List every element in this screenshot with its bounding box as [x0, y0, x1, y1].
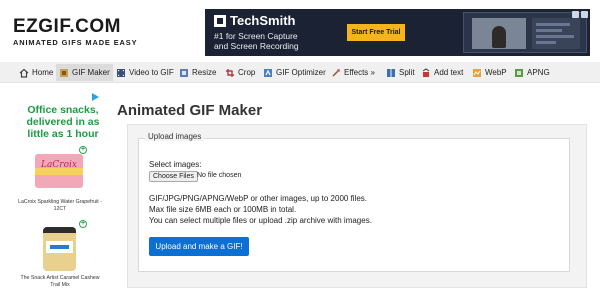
site-logo[interactable]: EZGIF.COM ANIMATED GIFS MADE EASY — [13, 16, 138, 48]
ad-info-icon[interactable] — [572, 11, 579, 18]
banner-line-2: and Screen Recording — [214, 41, 299, 51]
banner-cta-button[interactable]: Start Free Trial — [347, 24, 405, 41]
webp-icon — [472, 68, 482, 78]
nav-add-text-label: Add text — [434, 68, 464, 77]
nav-resize[interactable]: Resize — [176, 64, 219, 81]
select-images-label: Select images: — [149, 160, 202, 169]
banner-brand-name: TechSmith — [230, 13, 296, 28]
nav-home[interactable]: Home — [16, 64, 56, 81]
nav-video-to-gif-label: Video to GIF — [129, 68, 174, 77]
lacroix-product-image[interactable]: LaCroix — [35, 154, 83, 188]
add-product-2-icon[interactable]: + — [79, 220, 87, 228]
logo-tagline: ANIMATED GIFS MADE EASY — [13, 38, 138, 47]
upload-panel: Upload images Select images: Choose File… — [127, 124, 587, 288]
ad-choices[interactable] — [572, 11, 588, 18]
nav-split[interactable]: Split — [383, 64, 418, 81]
nav-gif-optimizer[interactable]: GIF Optimizer — [260, 64, 329, 81]
film-icon — [59, 68, 69, 78]
text-icon — [421, 67, 431, 78]
main-content: Animated GIF Maker Upload images Select … — [117, 84, 587, 288]
nav-gif-maker[interactable]: GIF Maker — [56, 64, 113, 81]
apng-icon — [514, 68, 524, 78]
lacroix-can-logo: LaCroix — [41, 160, 77, 170]
choose-files-button[interactable]: Choose Files — [149, 171, 198, 182]
side-ad-headline: Office snacks, delivered in as little as… — [26, 104, 100, 140]
banner-video-thumbnail — [472, 18, 526, 49]
file-status-text: No file chosen — [197, 172, 242, 179]
banner-ad[interactable]: TechSmith #1 for Screen Capture and Scre… — [205, 9, 590, 56]
ad-close-icon[interactable] — [581, 11, 588, 18]
optimize-icon — [263, 68, 273, 78]
upload-submit-button[interactable]: Upload and make a GIF! — [149, 237, 249, 256]
nav-home-label: Home — [32, 68, 54, 77]
side-ad[interactable]: Office snacks, delivered in as little as… — [15, 84, 105, 288]
trail-mix-product-image[interactable] — [43, 227, 76, 271]
nav-video-to-gif[interactable]: Video to GIF — [113, 64, 177, 81]
nav-add-text[interactable]: Add text — [418, 64, 466, 81]
nav-gif-maker-label: GIF Maker — [72, 68, 110, 77]
add-product-1-icon[interactable]: + — [79, 146, 87, 154]
zip-upload-info: You can select multiple files or upload … — [149, 216, 372, 225]
nav-crop-label: Crop — [238, 68, 256, 77]
adchoices-icon[interactable] — [92, 93, 99, 101]
effects-icon — [331, 68, 341, 78]
nav-apng-label: APNG — [527, 68, 550, 77]
banner-line-1: #1 for Screen Capture — [214, 31, 298, 41]
nav-resize-label: Resize — [192, 68, 217, 77]
nav-gif-optimizer-label: GIF Optimizer — [276, 68, 326, 77]
site-header: EZGIF.COM ANIMATED GIFS MADE EASY TechSm… — [0, 0, 600, 62]
nav-webp[interactable]: WebP — [469, 64, 510, 81]
product-1-caption[interactable]: LaCroix Sparkling Water Grapefruit - 12C… — [15, 199, 105, 212]
banner-brand: TechSmith — [214, 13, 296, 28]
formats-info: GIF/JPG/PNG/APNG/WebP or other images, u… — [149, 194, 368, 203]
nav-apng[interactable]: APNG — [511, 64, 553, 81]
nav-crop[interactable]: Crop — [222, 64, 258, 81]
split-icon — [386, 68, 396, 78]
logo-wordmark: EZGIF.COM — [13, 16, 121, 37]
video-icon — [116, 68, 126, 78]
nav-split-label: Split — [399, 68, 415, 77]
crop-icon — [225, 68, 235, 78]
nav-effects[interactable]: Effects » — [328, 64, 378, 81]
banner-editor-panel — [532, 18, 580, 49]
main-nav: Home GIF Maker Video to GIF Resize Crop … — [0, 62, 600, 83]
house-icon — [19, 68, 29, 78]
banner-screenshot-image — [463, 12, 587, 53]
nav-webp-label: WebP — [485, 68, 507, 77]
techsmith-logo-icon — [214, 14, 226, 27]
upload-legend: Upload images — [145, 132, 205, 141]
nav-effects-label: Effects » — [344, 68, 375, 77]
resize-icon — [179, 68, 189, 78]
page-title: Animated GIF Maker — [117, 102, 263, 119]
product-2-caption[interactable]: The Snack Artist Caramel Cashew Trail Mi… — [15, 275, 105, 288]
size-limit-info: Max file size 6MB each or 100MB in total… — [149, 205, 297, 214]
upload-fieldset: Upload images Select images: Choose File… — [138, 132, 570, 272]
